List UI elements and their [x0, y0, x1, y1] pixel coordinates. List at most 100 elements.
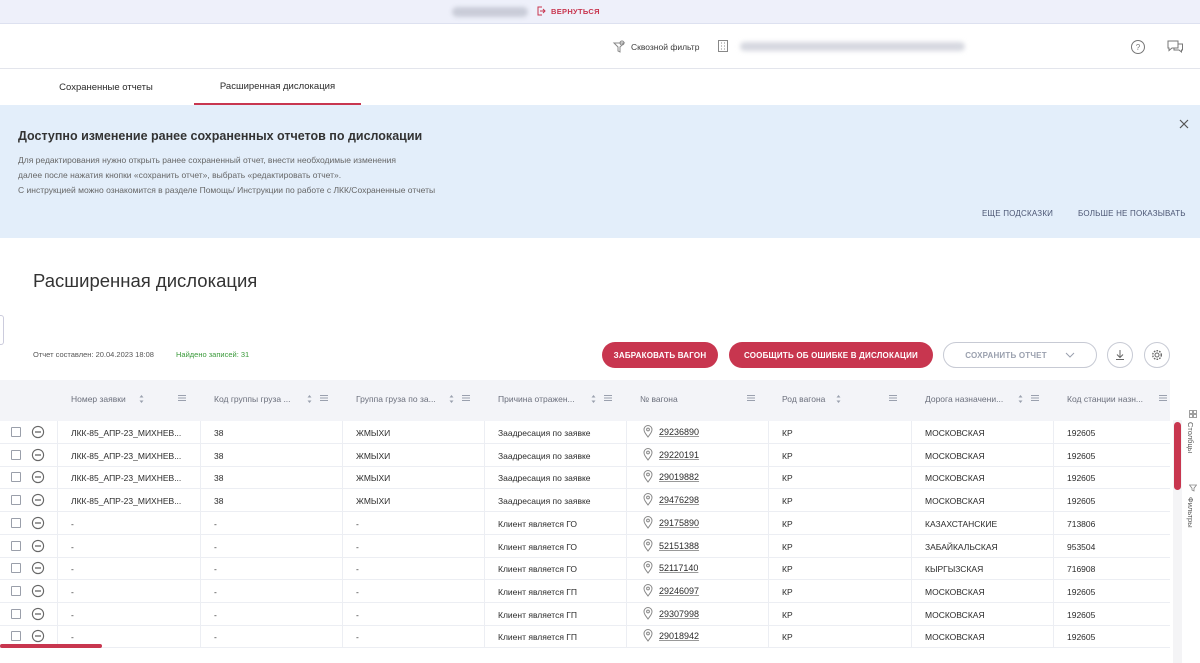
cell-wagon-number[interactable]: 52151388: [659, 541, 699, 551]
cell-reason: Заадресация по заявке: [498, 450, 591, 461]
table-row[interactable]: - - - Клиент является ГП 29307998 КР МОСКОВСКА…: [0, 602, 1170, 626]
location-pin-icon[interactable]: [643, 515, 653, 529]
location-pin-icon[interactable]: [643, 447, 653, 461]
sort-icon[interactable]: [306, 393, 313, 405]
remove-circle-icon[interactable]: [31, 539, 45, 553]
table-row[interactable]: - - - Клиент является ГП 29246097 КР МОСКОВСКА…: [0, 579, 1170, 603]
row-checkbox[interactable]: [11, 631, 21, 642]
column-divider: [1053, 602, 1054, 626]
horizontal-scroll-thumb[interactable]: [0, 644, 102, 648]
location-pin-icon[interactable]: [643, 606, 653, 620]
table-row[interactable]: - - - Клиент является ГО 52151388 КР ЗАБАЙКАЛЬ…: [0, 534, 1170, 558]
col-header-destination-station-code[interactable]: Код станции назн...: [1067, 394, 1143, 404]
col-header-request-number[interactable]: Номер заявки: [71, 394, 126, 404]
column-menu-icon[interactable]: [178, 394, 186, 402]
remove-circle-icon[interactable]: [31, 607, 45, 621]
dont-show-link[interactable]: БОЛЬШЕ НЕ ПОКАЗЫВАТЬ: [1078, 209, 1186, 218]
reject-wagon-button[interactable]: ЗАБРАКОВАТЬ ВАГОН: [602, 342, 718, 368]
tab-saved-reports[interactable]: Сохраненные отчеты: [44, 69, 168, 105]
remove-circle-icon[interactable]: [31, 629, 45, 643]
cell-wagon-number[interactable]: 29220191: [659, 450, 699, 460]
column-menu-icon[interactable]: [604, 394, 612, 402]
cell-cargo-group: ЖМЫХИ: [356, 496, 391, 507]
cell-request-number: -: [71, 609, 74, 620]
cell-wagon-number[interactable]: 29307998: [659, 609, 699, 619]
cell-wagon-number[interactable]: 29175890: [659, 518, 699, 528]
building-icon: [718, 40, 728, 52]
col-header-cargo-group[interactable]: Группа груза по за...: [356, 394, 436, 404]
location-pin-icon[interactable]: [643, 629, 653, 643]
table-row[interactable]: - - - Клиент является ГП 29018942 КР МОСКОВСКА…: [0, 625, 1170, 649]
cell-wagon-number[interactable]: 29476298: [659, 495, 699, 505]
download-button[interactable]: [1107, 342, 1133, 368]
vertical-scroll-thumb[interactable]: [1174, 422, 1181, 490]
row-checkbox[interactable]: [11, 563, 21, 574]
location-pin-icon[interactable]: [643, 493, 653, 506]
col-header-cargo-group-code[interactable]: Код группы груза ...: [214, 394, 291, 404]
column-menu-icon[interactable]: [1031, 394, 1039, 402]
return-link[interactable]: ВЕРНУТЬСЯ: [536, 6, 600, 16]
location-pin-icon[interactable]: [643, 538, 653, 552]
remove-circle-icon[interactable]: [31, 561, 45, 575]
remove-circle-icon[interactable]: [31, 448, 45, 462]
location-pin-icon[interactable]: [643, 561, 653, 575]
tab-extended-dislocation[interactable]: Расширенная дислокация: [194, 69, 361, 105]
sort-icon[interactable]: [835, 393, 842, 405]
remove-circle-icon[interactable]: [31, 584, 45, 598]
col-header-destination-road[interactable]: Дорога назначени...: [925, 394, 1003, 404]
table-row[interactable]: ЛКК-85_АПР-23_МИХНЕВ... 38 ЖМЫХИ Заадресаци…: [0, 421, 1170, 444]
sort-icon[interactable]: [1017, 393, 1024, 405]
remove-circle-icon[interactable]: [31, 470, 45, 484]
help-icon[interactable]: ?: [1130, 39, 1146, 55]
cell-wagon-number[interactable]: 29246097: [659, 586, 699, 596]
sort-icon[interactable]: [590, 393, 597, 405]
table-row[interactable]: ЛКК-85_АПР-23_МИХНЕВ... 38 ЖМЫХИ Заадресаци…: [0, 443, 1170, 467]
column-menu-icon[interactable]: [320, 394, 328, 402]
row-checkbox[interactable]: [11, 495, 21, 506]
columns-panel-toggle[interactable]: Столбцы: [1186, 422, 1195, 453]
cell-wagon-number[interactable]: 29019882: [659, 472, 699, 482]
through-filter-button[interactable]: Сквозной фильтр: [612, 40, 699, 54]
cell-wagon-type: КР: [782, 496, 793, 507]
save-report-button[interactable]: СОХРАНИТЬ ОТЧЕТ: [943, 342, 1097, 368]
column-divider: [484, 489, 485, 513]
cell-reason: Клиент является ГО: [498, 518, 578, 529]
column-menu-icon[interactable]: [747, 394, 755, 402]
row-checkbox[interactable]: [11, 472, 21, 483]
table-row[interactable]: - - - Клиент является ГО 29175890 КР КАЗАХСТАН…: [0, 511, 1170, 535]
row-checkbox[interactable]: [11, 608, 21, 619]
filters-panel-toggle[interactable]: Фильтры: [1186, 497, 1195, 528]
cell-wagon-number[interactable]: 52117140: [659, 563, 698, 573]
side-panel-handle[interactable]: [0, 315, 4, 345]
remove-circle-icon[interactable]: [31, 493, 45, 507]
row-checkbox[interactable]: [11, 585, 21, 596]
row-checkbox[interactable]: [11, 449, 21, 460]
table-row[interactable]: - - - Клиент является ГО 52117140 КР КЫРГЫЗСКА…: [0, 557, 1170, 581]
location-pin-icon[interactable]: [643, 425, 653, 438]
column-menu-icon[interactable]: [889, 394, 897, 402]
column-menu-icon[interactable]: [1159, 394, 1167, 402]
column-menu-icon[interactable]: [462, 394, 470, 402]
row-checkbox[interactable]: [11, 517, 21, 528]
cell-wagon-number[interactable]: 29236890: [659, 427, 699, 437]
sort-icon[interactable]: [448, 393, 455, 405]
location-pin-icon[interactable]: [643, 583, 653, 597]
cell-cargo-group: -: [356, 586, 359, 597]
table-row[interactable]: ЛКК-85_АПР-23_МИХНЕВ... 38 ЖМЫХИ Заадресаци…: [0, 466, 1170, 490]
remove-circle-icon[interactable]: [31, 516, 45, 530]
remove-circle-icon[interactable]: [31, 425, 45, 439]
table-row[interactable]: ЛКК-85_АПР-23_МИХНЕВ... 38 ЖМЫХИ Заадресаци…: [0, 489, 1170, 513]
more-hints-link[interactable]: ЕЩЕ ПОДСКАЗКИ: [982, 209, 1053, 218]
col-header-wagon-number[interactable]: № вагона: [640, 394, 678, 404]
cell-wagon-number[interactable]: 29018942: [659, 631, 699, 641]
close-icon[interactable]: [1178, 118, 1190, 130]
col-header-wagon-type[interactable]: Род вагона: [782, 394, 825, 404]
row-checkbox[interactable]: [11, 427, 21, 437]
row-checkbox[interactable]: [11, 540, 21, 551]
chat-icon[interactable]: [1166, 38, 1184, 56]
sort-icon[interactable]: [138, 393, 145, 405]
settings-button[interactable]: [1144, 342, 1170, 368]
col-header-reason[interactable]: Причина отражен...: [498, 394, 575, 404]
report-error-button[interactable]: СООБЩИТЬ ОБ ОШИБКЕ В ДИСЛОКАЦИИ: [729, 342, 933, 368]
location-pin-icon[interactable]: [643, 470, 653, 484]
